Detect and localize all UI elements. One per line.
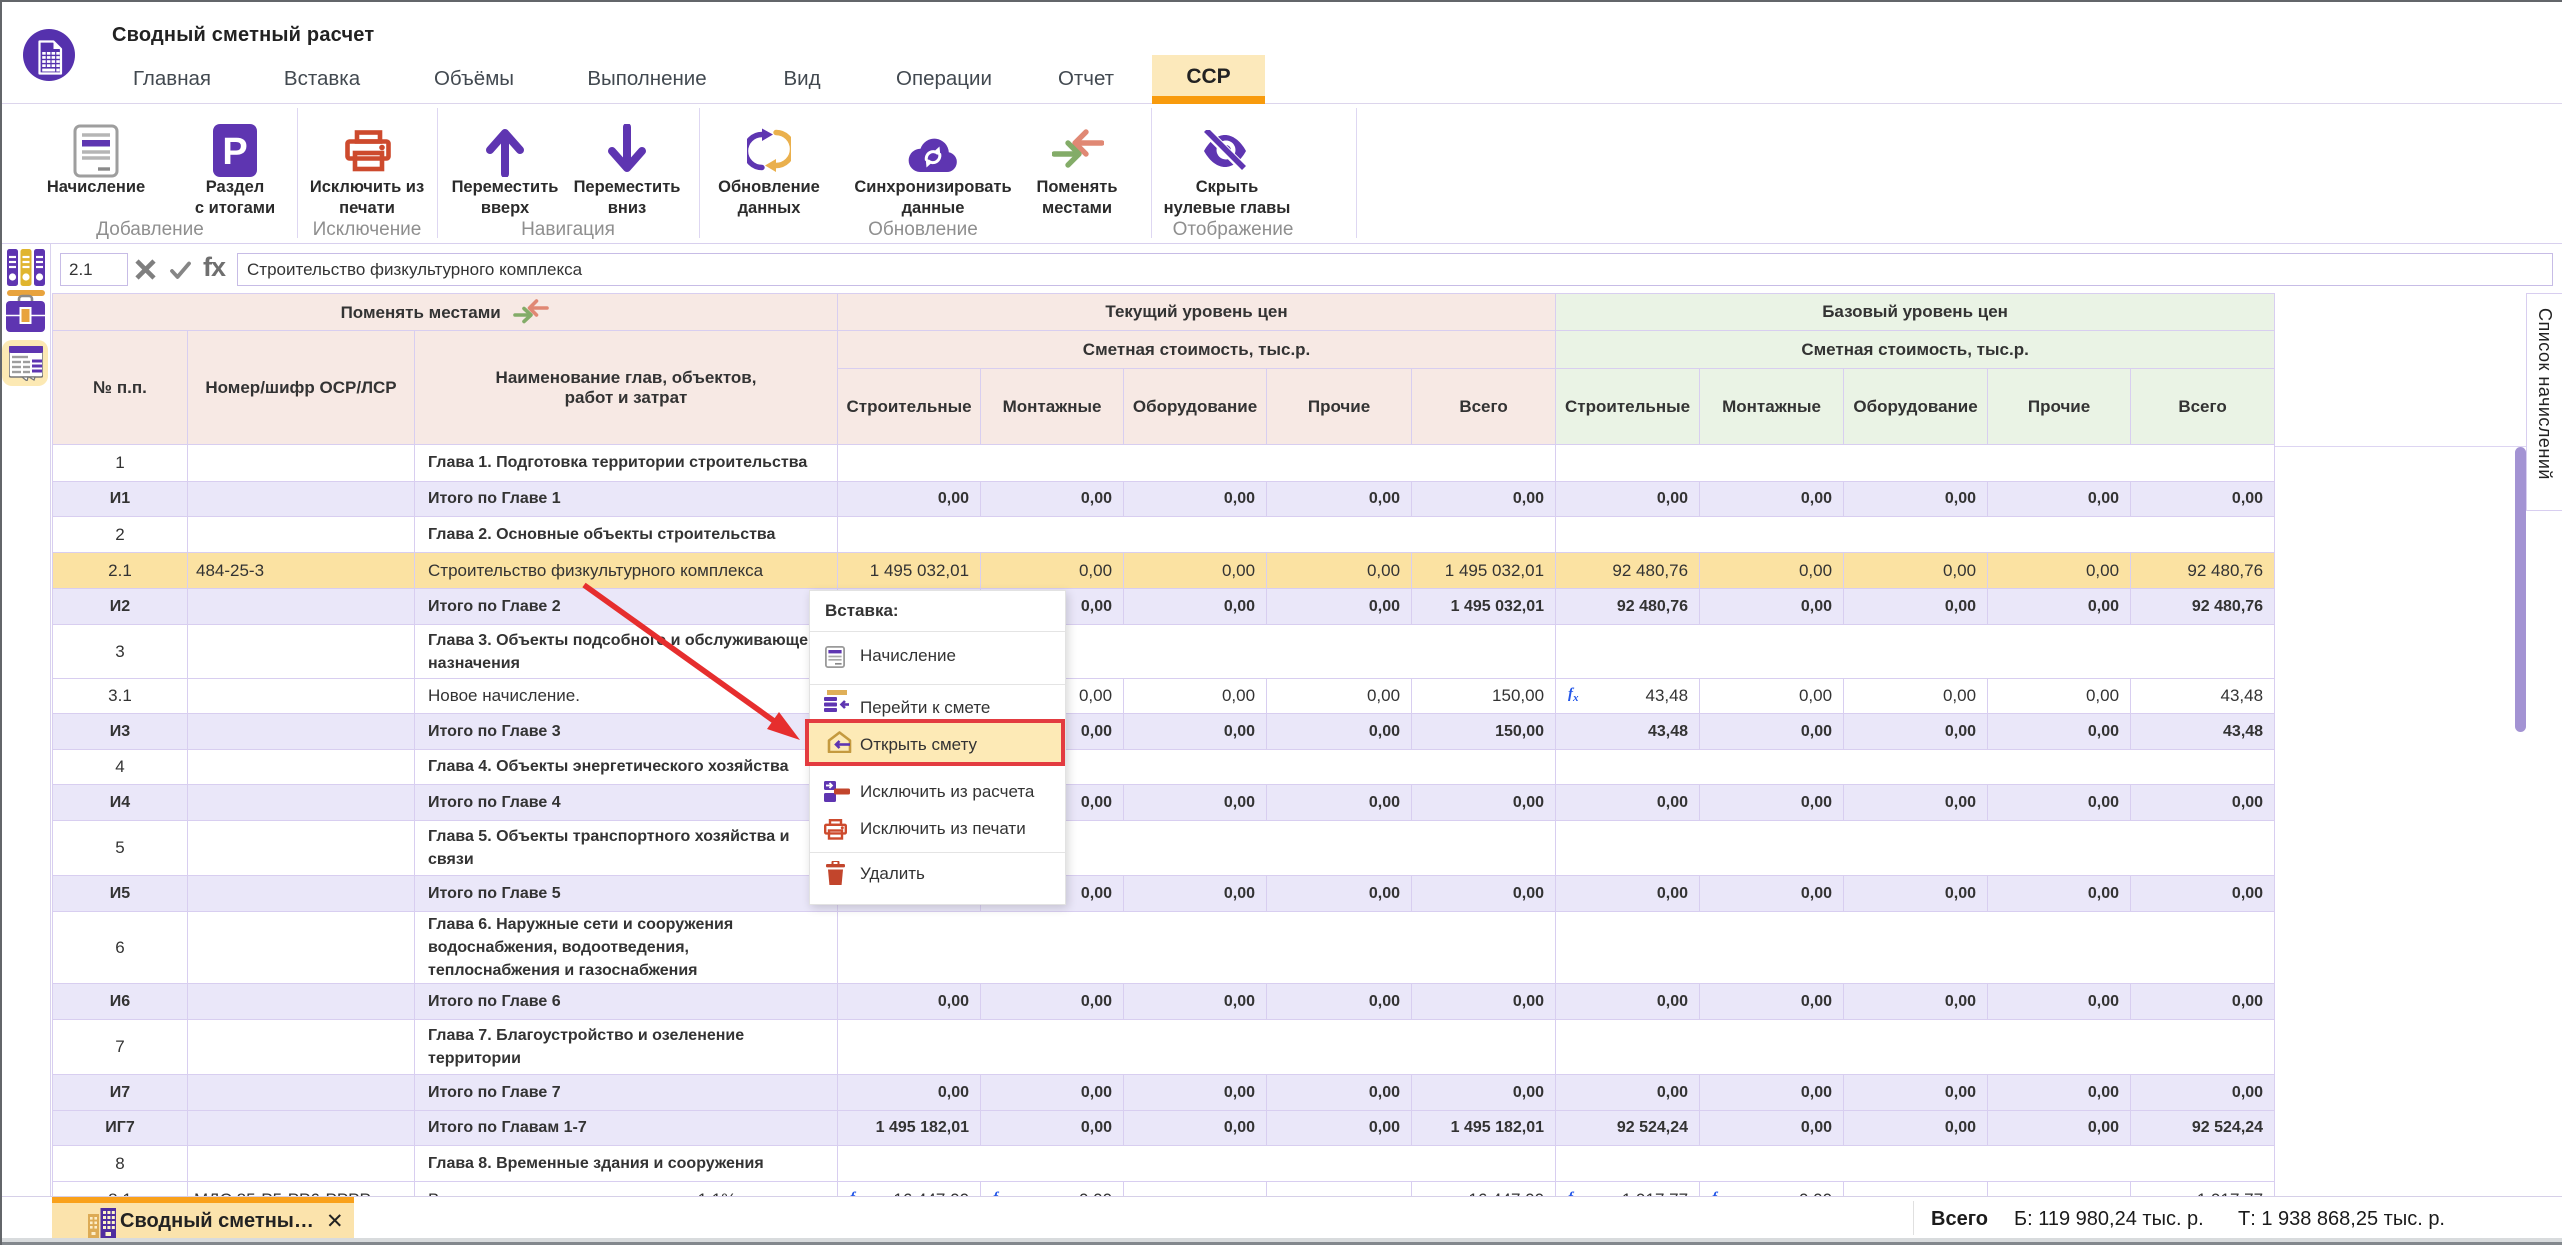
- svg-text:P: P: [222, 131, 247, 173]
